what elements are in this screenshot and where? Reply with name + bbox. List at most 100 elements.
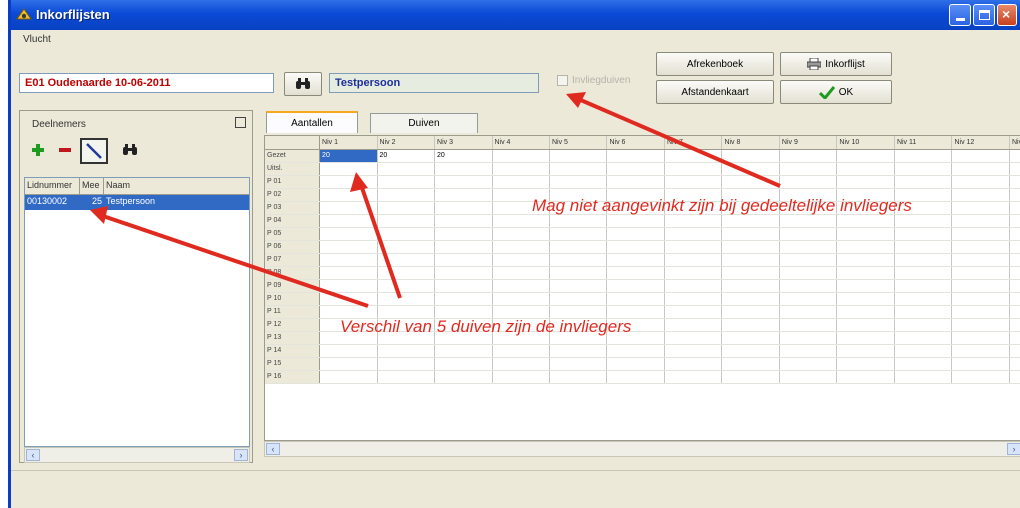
grid-cell[interactable]	[664, 305, 723, 319]
grid-cell[interactable]	[319, 266, 378, 280]
grid-cell[interactable]	[377, 227, 436, 241]
grid-cell[interactable]	[492, 162, 550, 176]
column-lidnummer[interactable]: Lidnummer	[25, 178, 80, 194]
column-naam[interactable]: Naam	[104, 178, 247, 194]
grid-row-header[interactable]: P 16	[265, 370, 321, 384]
grid-cell[interactable]	[434, 357, 493, 371]
grid-cell[interactable]	[721, 357, 780, 371]
grid-cell[interactable]	[377, 357, 436, 371]
grid-cell[interactable]	[836, 279, 895, 293]
grid-cell[interactable]	[319, 344, 378, 358]
grid-cell[interactable]	[606, 279, 665, 293]
grid-row-header[interactable]: P 07	[265, 253, 321, 267]
grid-column-header[interactable]: Niv 11	[894, 136, 953, 150]
afrekenboek-button[interactable]: Afrekenboek	[656, 52, 774, 76]
grid-cell[interactable]	[951, 331, 1010, 345]
grid-cell[interactable]	[721, 331, 780, 345]
grid-cell[interactable]	[894, 318, 953, 332]
grid-cell[interactable]	[664, 253, 723, 267]
grid-cell[interactable]	[319, 279, 378, 293]
grid-cell[interactable]	[836, 305, 895, 319]
ok-button[interactable]: OK	[780, 80, 892, 104]
inkorflijst-button[interactable]: Inkorflijst	[780, 52, 892, 76]
grid-cell[interactable]	[606, 344, 665, 358]
grid-cell[interactable]	[492, 149, 550, 163]
grid-cell[interactable]	[836, 331, 895, 345]
grid-cell[interactable]	[606, 266, 665, 280]
grid-cell[interactable]	[721, 266, 780, 280]
grid-cell[interactable]	[549, 175, 608, 189]
grid-cell[interactable]	[951, 266, 1010, 280]
grid-cell[interactable]	[951, 227, 1010, 241]
grid-cell[interactable]	[779, 279, 838, 293]
invliegduiven-checkbox[interactable]: Invliegduiven	[557, 75, 630, 86]
tab-duiven[interactable]: Duiven	[370, 113, 478, 133]
grid-cell[interactable]	[721, 370, 780, 384]
grid-cell[interactable]	[434, 240, 493, 254]
grid-cell[interactable]	[664, 279, 723, 293]
grid-cell[interactable]	[1009, 214, 1020, 228]
grid-cell[interactable]	[434, 266, 493, 280]
grid-cell[interactable]	[721, 344, 780, 358]
participant-row[interactable]: 00130002 25 Testpersoon	[25, 195, 249, 210]
grid-cell[interactable]	[951, 162, 1010, 176]
grid-cell[interactable]	[549, 227, 608, 241]
grid-cell[interactable]	[434, 214, 493, 228]
grid-cell[interactable]	[664, 266, 723, 280]
grid-cell[interactable]	[1009, 240, 1020, 254]
grid-cell[interactable]	[319, 175, 378, 189]
grid-row-header[interactable]: P 03	[265, 201, 321, 215]
grid-cell[interactable]	[549, 162, 608, 176]
grid-cell[interactable]	[664, 357, 723, 371]
person-field[interactable]: Testpersoon	[329, 73, 539, 93]
grid-cell[interactable]	[779, 357, 838, 371]
grid-cell[interactable]	[951, 344, 1010, 358]
grid-cell[interactable]	[549, 240, 608, 254]
grid-cell[interactable]	[1009, 279, 1020, 293]
grid-column-header[interactable]: Niv 4	[492, 136, 550, 150]
grid-cell[interactable]	[779, 162, 838, 176]
grid-column-header[interactable]: Niv 7	[664, 136, 723, 150]
grid-cell[interactable]	[492, 292, 550, 306]
grid-cell[interactable]	[721, 305, 780, 319]
grid-cell[interactable]	[836, 175, 895, 189]
grid-row-header[interactable]: P 08	[265, 266, 321, 280]
grid-cell[interactable]	[549, 266, 608, 280]
grid-row-header[interactable]: P 06	[265, 240, 321, 254]
grid-cell[interactable]	[377, 175, 436, 189]
search-participant-button[interactable]	[118, 138, 142, 162]
grid-cell[interactable]	[836, 253, 895, 267]
grid-cell[interactable]	[951, 175, 1010, 189]
grid-cell[interactable]: 20	[319, 149, 378, 163]
grid-cell[interactable]	[492, 370, 550, 384]
grid-cell[interactable]	[721, 240, 780, 254]
grid-row-header[interactable]: P 15	[265, 357, 321, 371]
grid-cell[interactable]	[1009, 149, 1020, 163]
column-mee[interactable]: Mee	[80, 178, 104, 194]
grid-cell[interactable]	[606, 253, 665, 267]
grid-cell[interactable]	[1009, 344, 1020, 358]
grid-cell[interactable]	[492, 279, 550, 293]
grid-cell[interactable]	[664, 175, 723, 189]
grid-cell[interactable]	[836, 318, 895, 332]
grid-cell[interactable]	[434, 292, 493, 306]
grid-cell[interactable]	[779, 331, 838, 345]
grid-cell[interactable]	[1009, 201, 1020, 215]
grid-cell[interactable]	[319, 253, 378, 267]
grid-cell[interactable]	[779, 149, 838, 163]
scroll-left-icon[interactable]: ‹	[26, 449, 40, 461]
grid-row-header[interactable]: P 09	[265, 279, 321, 293]
grid-column-header[interactable]: Niv 5	[549, 136, 608, 150]
grid-cell[interactable]	[836, 344, 895, 358]
grid-cell[interactable]	[549, 357, 608, 371]
scroll-right-icon[interactable]: ›	[1007, 443, 1020, 455]
grid-cell[interactable]	[1009, 266, 1020, 280]
grid-cell[interactable]	[721, 292, 780, 306]
grid-cell[interactable]	[951, 357, 1010, 371]
grid-cell[interactable]	[951, 370, 1010, 384]
grid-cell[interactable]	[377, 266, 436, 280]
grid-column-header[interactable]: Niv 2	[377, 136, 436, 150]
grid-cell[interactable]: 20	[377, 149, 436, 163]
grid-cell[interactable]	[664, 227, 723, 241]
grid-cell[interactable]	[664, 149, 723, 163]
